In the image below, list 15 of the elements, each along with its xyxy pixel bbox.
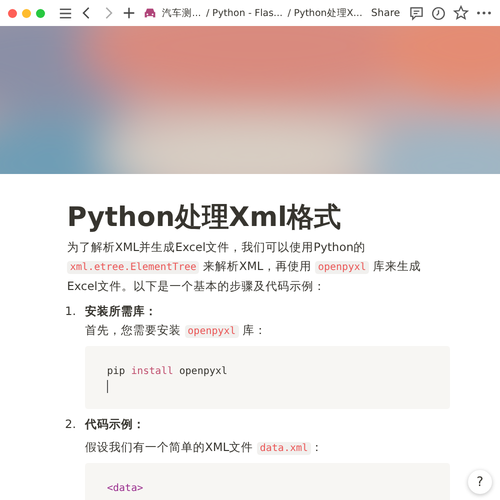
code-line: <data> <box>107 482 144 496</box>
intro-paragraph: 为了解析XML并生成Excel文件，我们可以使用Python的 xml.etree.ElementTree 来解析XML，再使用 openpyxl 库来生成Excel文件。以下是一个基本的步骤及代码示例： <box>67 239 422 296</box>
list-number: 2. <box>65 416 77 434</box>
step-heading: 安装所需库： <box>85 303 158 320</box>
code-line: pip install openpyxl <box>107 365 228 380</box>
breadcrumb-link[interactable]: / Python处理X... <box>288 6 362 20</box>
step-paragraph: 假设我们有一个简单的XML文件 data.xml ： <box>85 439 324 458</box>
help-button[interactable]: ? <box>468 470 492 494</box>
page-title: Python处理Xml格式 <box>67 202 342 234</box>
breadcrumb-link[interactable]: / Python - Flas... <box>206 8 283 18</box>
step-heading: 代码示例： <box>85 416 146 434</box>
share-button[interactable]: Share <box>371 8 400 18</box>
list-number: 1. <box>65 303 77 320</box>
breadcrumb-link[interactable]: 汽车测... <box>162 6 202 20</box>
step-paragraph: 首先，您需要安装 openpyxl 库： <box>85 322 268 340</box>
